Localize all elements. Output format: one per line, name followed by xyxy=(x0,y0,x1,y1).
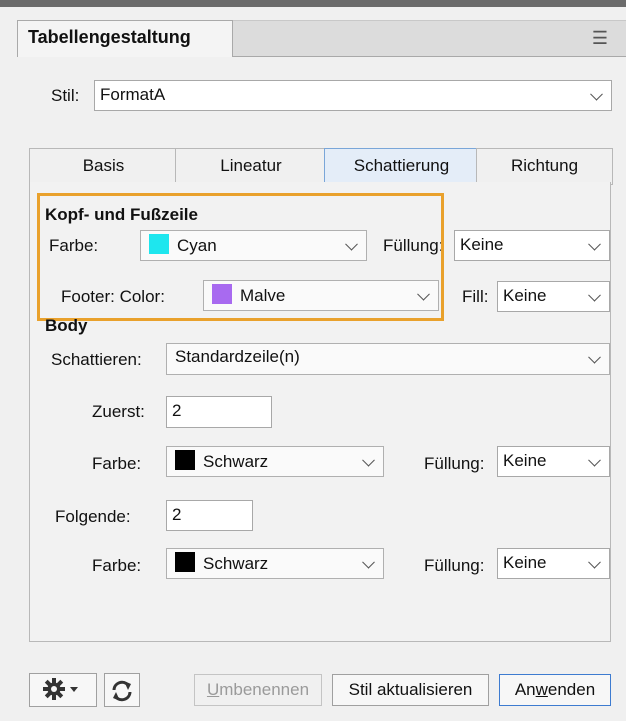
tab-label: Lineatur xyxy=(220,156,282,175)
next-color-select[interactable]: Schwarz xyxy=(166,548,384,579)
next-rows-value: 2 xyxy=(172,505,182,524)
rename-label: mbenennen xyxy=(219,680,310,699)
style-value: FormatA xyxy=(100,85,166,104)
style-select[interactable]: FormatA xyxy=(94,80,612,111)
chevron-down-icon xyxy=(588,350,601,364)
tab-richtung[interactable]: Richtung xyxy=(476,148,613,185)
next-color-label: Farbe: xyxy=(92,556,142,575)
black-swatch xyxy=(175,450,195,470)
hamburger-menu-icon[interactable]: ☰ xyxy=(590,27,610,49)
refresh-button[interactable] xyxy=(104,673,140,707)
header-fill-select[interactable]: Keine xyxy=(454,230,610,261)
shade-value: Standardzeile(n) xyxy=(175,347,300,366)
chevron-down-icon xyxy=(590,87,603,101)
update-style-button[interactable]: Stil aktualisieren xyxy=(332,674,489,706)
rename-mnemonic: U xyxy=(206,680,220,699)
next-fill-value: Keine xyxy=(503,553,547,572)
footer-fill-value: Keine xyxy=(503,286,547,305)
apply-label-pre: An xyxy=(514,680,536,699)
next-color-value: Schwarz xyxy=(203,554,269,573)
section-tabs: Basis Lineatur Schattierung Richtung xyxy=(29,148,613,185)
settings-menu-button[interactable] xyxy=(29,673,97,707)
panel-tab-strip xyxy=(233,20,626,57)
first-fill-select[interactable]: Keine xyxy=(497,446,610,477)
tab-schattierung[interactable]: Schattierung xyxy=(324,148,479,185)
chevron-down-icon xyxy=(588,555,601,569)
first-color-label: Farbe: xyxy=(92,454,142,473)
next-rows-input[interactable]: 2 xyxy=(166,500,253,531)
chevron-down-icon xyxy=(588,453,601,467)
highlight-box xyxy=(37,193,444,321)
apply-label-post: enden xyxy=(547,680,596,699)
first-fill-value: Keine xyxy=(503,451,547,470)
first-rows-input[interactable]: 2 xyxy=(166,396,272,428)
chevron-down-icon xyxy=(588,237,601,251)
window-top-border xyxy=(0,0,626,7)
style-label: Stil: xyxy=(51,86,80,105)
footer-fill-label: Fill: xyxy=(462,287,489,306)
tab-label: Schattierung xyxy=(353,156,450,175)
body-heading: Body xyxy=(45,316,88,335)
tab-label: Basis xyxy=(82,156,125,175)
next-fill-select[interactable]: Keine xyxy=(497,548,610,579)
black-swatch xyxy=(175,552,195,572)
first-color-select[interactable]: Schwarz xyxy=(166,446,384,477)
tab-label: Richtung xyxy=(510,156,579,175)
next-label: Folgende: xyxy=(55,507,131,526)
refresh-icon xyxy=(112,680,132,702)
apply-button[interactable]: Anwenden xyxy=(499,674,611,706)
chevron-down-icon xyxy=(362,555,375,569)
header-fill-value: Keine xyxy=(460,235,504,254)
chevron-down-icon xyxy=(362,453,375,467)
first-rows-value: 2 xyxy=(172,401,182,420)
apply-mnemonic: w xyxy=(535,680,548,699)
shade-label: Schattieren: xyxy=(51,350,142,369)
rename-button[interactable]: Umbenennen xyxy=(194,674,322,706)
gear-icon xyxy=(43,678,78,700)
tab-lineatur[interactable]: Lineatur xyxy=(175,148,327,185)
footer-fill-select[interactable]: Keine xyxy=(497,281,610,312)
chevron-down-icon xyxy=(588,288,601,302)
shade-select[interactable]: Standardzeile(n) xyxy=(166,343,610,375)
next-fill-label: Füllung: xyxy=(424,556,485,575)
first-fill-label: Füllung: xyxy=(424,454,485,473)
first-color-value: Schwarz xyxy=(203,452,269,471)
first-label: Zuerst: xyxy=(92,402,145,421)
tab-basis[interactable]: Basis xyxy=(29,148,178,185)
update-style-label: Stil aktualisieren xyxy=(348,680,473,699)
panel-title: Tabellengestaltung xyxy=(28,27,191,47)
panel-tab-title[interactable]: Tabellengestaltung xyxy=(17,20,233,57)
